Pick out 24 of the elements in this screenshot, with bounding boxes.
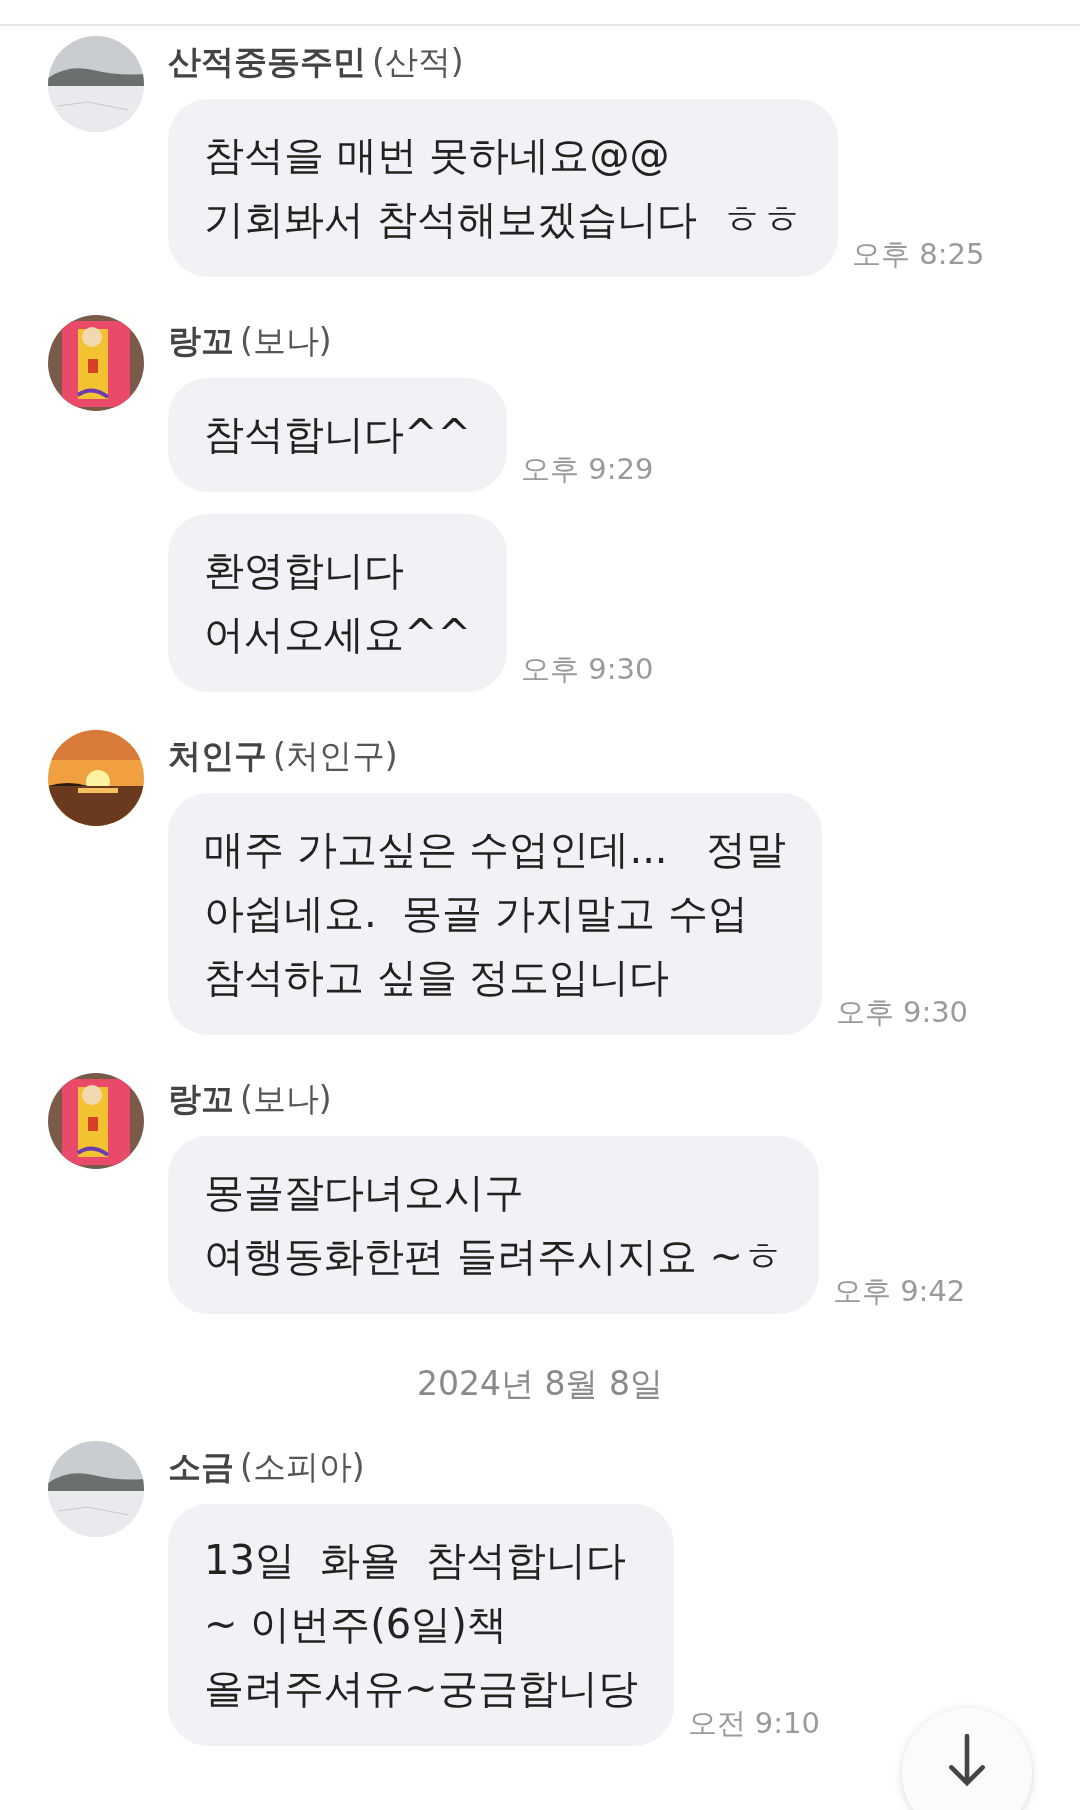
sender-name: 소금 — [168, 1446, 234, 1488]
message-bubble: 참석합니다^^ — [168, 378, 508, 492]
message-time: 오후 9:42 — [832, 1273, 966, 1310]
message-bubble: 13일 화욜 참석합니다 ~ 이번주(6일)책 올려주셔유~궁금합니당 — [168, 1504, 674, 1746]
message-time: 오후 8:25 — [852, 236, 985, 273]
message-bubble: 매주 가고싶은 수업인데... 정말 아쉽네요. 몽골 가지말고 수업 참석하고 싶을 정도입니다 — [168, 793, 822, 1035]
message-bubble: 환영합니다 어서오세요^^ — [168, 514, 508, 692]
sender-nickname: (보나) — [240, 1078, 332, 1120]
scroll-down-button[interactable] — [902, 1708, 1032, 1810]
sender-nickname: (산적) — [372, 41, 464, 83]
message-bubble: 몽골잘다녀오시구 여행동화한편 들려주시지요 ~ㅎ — [168, 1136, 819, 1314]
sender-nickname: (처인구) — [273, 735, 398, 777]
sender-nickname: (보나) — [240, 320, 332, 362]
message-time: 오후 9:29 — [521, 451, 654, 488]
sender-name: 처인구 — [168, 735, 267, 777]
sender-nickname: (소피아) — [240, 1446, 365, 1488]
sender-name: 산적중동주민 — [168, 41, 366, 83]
message-time: 오전 9:10 — [687, 1705, 820, 1742]
sender-name: 랑꼬 — [168, 320, 234, 362]
message-bubble: 참석을 매번 못하네요@@ 기회봐서 참석해보겠습니다 ㅎㅎ — [168, 99, 839, 277]
message-time: 오후 9:30 — [521, 651, 654, 688]
sender-name: 랑꼬 — [168, 1078, 234, 1120]
message-time: 오후 9:30 — [835, 994, 969, 1031]
date-separator: 2024년 8월 8일 — [417, 1363, 663, 1405]
